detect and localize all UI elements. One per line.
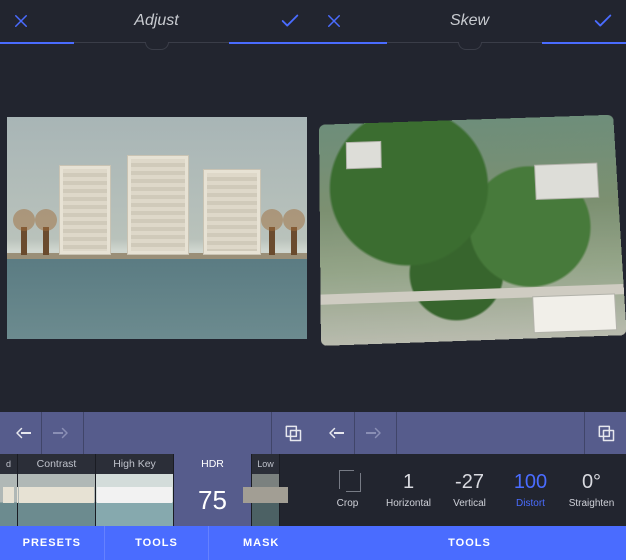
tab-presets[interactable]: PRESETS [0,526,104,560]
compare-layers-button[interactable] [584,412,626,454]
close-icon[interactable] [325,12,343,30]
param-distort[interactable]: 100 Distort [500,454,561,526]
confirm-icon[interactable] [592,10,614,32]
topbar: Skew [313,0,626,42]
tab-tools[interactable]: TOOLS [313,526,626,560]
adjust-pane: Adjust d [0,0,313,560]
history-nav [313,412,626,454]
skew-params: Crop 1 Horizontal -27 Vertical 100 Disto… [313,454,626,526]
history-nav [0,412,313,454]
redo-button[interactable] [42,412,84,454]
progress-underline [313,42,626,44]
tab-tools[interactable]: TOOLS [104,526,209,560]
tab-mask[interactable]: MASK [208,526,313,560]
screen-title: Adjust [0,12,313,30]
progress-underline [0,42,313,44]
param-straighten[interactable]: 0° Straighten [561,454,622,526]
confirm-icon[interactable] [279,10,301,32]
edited-image [318,115,626,346]
param-crop[interactable]: Crop [317,454,378,526]
preset-partial-prev[interactable]: d [0,454,18,526]
preset-hdr[interactable]: HDR 75 [174,454,252,526]
skew-pane: Skew Crop [313,0,626,560]
edited-image [7,117,307,339]
undo-button[interactable] [313,412,355,454]
preset-high-key[interactable]: High Key [96,454,174,526]
image-canvas[interactable] [313,44,626,412]
preset-value: 75 [174,474,251,526]
undo-button[interactable] [0,412,42,454]
screen-title: Skew [313,12,626,30]
close-icon[interactable] [12,12,30,30]
param-vertical[interactable]: -27 Vertical [439,454,500,526]
bottom-tabs: PRESETS TOOLS MASK [0,526,313,560]
preset-thumb [18,474,95,526]
preset-contrast[interactable]: Contrast [18,454,96,526]
preset-partial-next[interactable]: Low [252,454,280,526]
preset-strip[interactable]: d Contrast High Key HDR 75 Low [0,454,313,526]
compare-layers-button[interactable] [271,412,313,454]
param-horizontal[interactable]: 1 Horizontal [378,454,439,526]
redo-button[interactable] [355,412,397,454]
preset-thumb [252,474,279,526]
preset-thumb [96,474,173,526]
crop-icon [337,472,359,494]
topbar: Adjust [0,0,313,42]
bottom-tabs: TOOLS [313,526,626,560]
preset-thumb [0,474,17,526]
image-canvas[interactable] [0,44,313,412]
